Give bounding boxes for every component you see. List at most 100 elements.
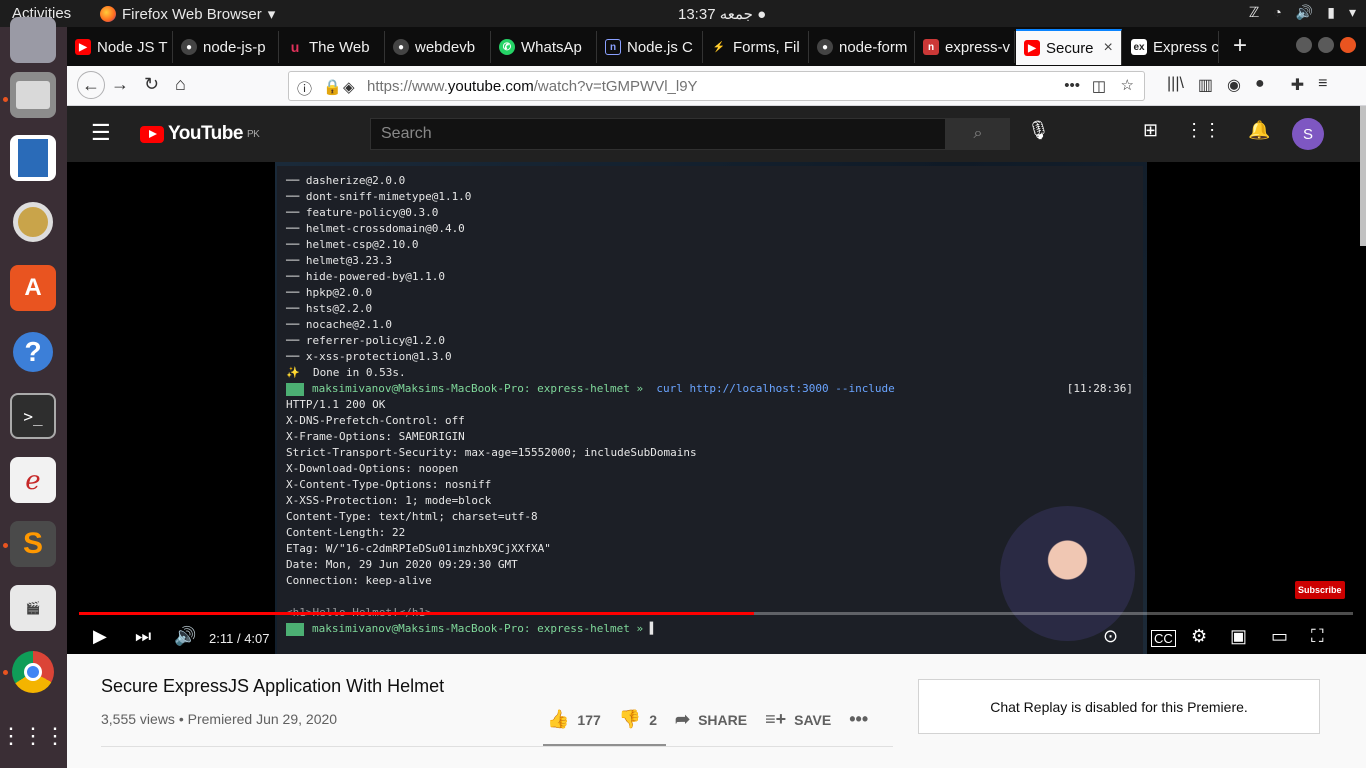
progress-bar[interactable] xyxy=(79,612,1353,615)
dock-video-editor-icon[interactable]: 🎬 xyxy=(10,585,56,631)
close-window-icon[interactable] xyxy=(1340,37,1356,53)
tracking-protection-icon[interactable]: ◈ xyxy=(343,78,355,96)
volume-icon[interactable]: 🔊 xyxy=(174,626,196,647)
youtube-icon: ▶ xyxy=(75,39,91,55)
maximize-icon[interactable] xyxy=(1318,37,1334,53)
dock-software-icon[interactable]: A xyxy=(10,265,56,311)
zotero-icon[interactable]: ℤ xyxy=(1249,4,1259,21)
dock-writer-icon[interactable] xyxy=(10,135,56,181)
terminal-line: ── hpkp@2.0.0 xyxy=(286,286,373,299)
show-apps-icon[interactable]: ⋮⋮⋮ xyxy=(0,713,66,759)
fullscreen-icon[interactable]: ⛶ xyxy=(1311,626,1324,647)
reload-button[interactable]: ↻ xyxy=(144,74,159,95)
github-icon: ● xyxy=(817,39,833,55)
dock-rhythmbox-icon[interactable] xyxy=(10,199,56,245)
notifications-bell-icon[interactable]: 🔔 xyxy=(1248,120,1270,141)
dock-evince-icon[interactable]: ℯ xyxy=(10,457,56,503)
subscribe-watermark[interactable]: Subscribe xyxy=(1295,581,1345,599)
new-tab-button[interactable]: + xyxy=(1233,32,1247,60)
tab-label: Node.js C xyxy=(627,38,693,56)
video-actions: 👍 177 👎 2 ➦ SHARE ≡+ SAVE ••• xyxy=(547,709,868,730)
library-icon[interactable]: |||\ xyxy=(1167,75,1184,95)
wifi-icon[interactable]: ◔ xyxy=(1273,4,1281,21)
video-player[interactable]: ── dasherize@2.0.0 ── dont-sniff-mimetype… xyxy=(67,162,1366,654)
dock: A ? >_ ℯ S 🎬 ⋮⋮⋮ xyxy=(0,17,67,768)
save-button[interactable]: ≡+ SAVE xyxy=(765,709,831,730)
browser-tab[interactable]: u The Web xyxy=(279,31,385,63)
bookmark-star-icon[interactable]: ☆ xyxy=(1121,76,1134,94)
play-icon[interactable]: ▶ xyxy=(93,626,107,647)
thumbs-down-icon: 👎 xyxy=(618,709,642,729)
browser-tab[interactable]: ▶ Node JS T xyxy=(67,31,173,63)
lock-icon[interactable]: 🔒 xyxy=(323,78,342,96)
browser-tab[interactable]: ● node-js-p xyxy=(173,31,279,63)
browser-tab-active[interactable]: ▶ Secure × xyxy=(1016,29,1122,65)
dock-chrome-icon[interactable] xyxy=(10,649,56,695)
sidebar-icon[interactable]: ▥ xyxy=(1198,75,1213,95)
avatar[interactable]: S xyxy=(1292,118,1324,150)
chat-replay-message: Chat Replay is disabled for this Premier… xyxy=(990,698,1248,715)
minimize-icon[interactable] xyxy=(1296,37,1312,53)
page-scrollbar[interactable] xyxy=(1360,106,1366,246)
browser-tab[interactable]: n Node.js C xyxy=(597,31,703,63)
terminal-line: ── hsts@2.2.0 xyxy=(286,302,373,315)
udemy-icon: u xyxy=(290,39,300,55)
dislike-button[interactable]: 👎 2 xyxy=(619,709,657,730)
home-button[interactable]: ⌂ xyxy=(175,74,186,95)
app-menu[interactable]: Firefox Web Browser ▾ xyxy=(100,5,275,23)
chevron-down-icon[interactable]: ▾ xyxy=(1349,4,1356,21)
settings-gear-icon[interactable]: ⚙ xyxy=(1191,626,1207,647)
dock-help-icon[interactable]: ? xyxy=(10,329,56,375)
video-meta: 3,555 views • Premiered Jun 29, 2020 xyxy=(101,711,338,727)
search-input[interactable]: Search xyxy=(370,118,946,150)
browser-tab[interactable]: ✆ WhatsAp xyxy=(491,31,597,63)
forward-button[interactable]: → xyxy=(111,74,129,95)
close-icon[interactable]: × xyxy=(1104,39,1113,57)
captions-icon[interactable]: CC xyxy=(1151,630,1176,647)
volume-icon[interactable]: 🔊 xyxy=(1296,4,1313,21)
theater-mode-icon[interactable]: ▭ xyxy=(1271,626,1288,647)
clock[interactable]: 13:37 جمعه ● xyxy=(678,5,766,23)
more-actions-button[interactable]: ••• xyxy=(849,709,868,730)
url-text: https://www.youtube.com/watch?v=tGMPWVl_… xyxy=(367,78,698,95)
back-button[interactable]: ← xyxy=(77,71,105,99)
hamburger-menu-icon[interactable]: ☰ xyxy=(91,120,111,146)
autoplay-toggle-icon[interactable]: ⊙ xyxy=(1103,626,1118,647)
account-icon[interactable]: ◉ xyxy=(1227,75,1241,95)
url-bar[interactable]: ⓘ 🔒 ◈ https://www.youtube.com/watch?v=tG… xyxy=(288,71,1145,101)
webcam-overlay xyxy=(1000,506,1135,641)
like-button[interactable]: 👍 177 xyxy=(547,709,601,730)
search-button[interactable]: ⌕ xyxy=(946,118,1010,150)
extension-puzzle-icon[interactable]: ✚ xyxy=(1291,75,1304,95)
dock-sublime-icon[interactable]: S xyxy=(10,521,56,567)
divider xyxy=(101,746,893,747)
browser-tab[interactable]: n express-v xyxy=(915,31,1015,63)
site-info-icon[interactable]: ⓘ xyxy=(297,78,312,99)
browser-tab[interactable]: ● webdevb xyxy=(385,31,491,63)
browser-tab[interactable]: ⚡ Forms, Fil xyxy=(703,31,809,63)
dock-files-icon[interactable] xyxy=(10,72,56,118)
share-button[interactable]: ➦ SHARE xyxy=(675,709,747,730)
tab-label: node-js-p xyxy=(203,38,266,56)
browser-tab[interactable]: ex Express c xyxy=(1123,31,1219,63)
next-icon[interactable]: ⏭ xyxy=(135,626,151,647)
browser-tab[interactable]: ● node-form xyxy=(809,31,915,63)
youtube-logo[interactable]: YouTube PK xyxy=(140,123,260,145)
dock-mail-icon[interactable] xyxy=(10,17,56,63)
miniplayer-icon[interactable]: ▣ xyxy=(1230,626,1247,647)
microphone-icon[interactable]: 🎙 xyxy=(1027,120,1050,141)
page-actions-icon[interactable]: ••• xyxy=(1064,77,1080,94)
tab-label: webdevb xyxy=(415,38,476,56)
pocket-icon[interactable]: ◫ xyxy=(1092,77,1106,95)
whatsapp-icon: ✆ xyxy=(499,39,515,55)
search-icon: ⌕ xyxy=(973,125,983,142)
extension-icon[interactable]: ● xyxy=(1255,75,1265,95)
create-video-icon[interactable]: ⊞ xyxy=(1143,120,1158,141)
terminal-line: Content-Length: 22 xyxy=(286,526,406,539)
apps-grid-icon[interactable]: ⋮⋮ xyxy=(1185,120,1221,141)
system-tray[interactable]: ℤ ◔ 🔊 ▮ ▾ xyxy=(1249,4,1356,21)
prompt-command: curl http://localhost:3000 --include xyxy=(649,382,895,395)
menu-icon[interactable]: ≡ xyxy=(1318,75,1327,95)
dock-terminal-icon[interactable]: >_ xyxy=(10,393,56,439)
battery-icon[interactable]: ▮ xyxy=(1327,4,1335,21)
